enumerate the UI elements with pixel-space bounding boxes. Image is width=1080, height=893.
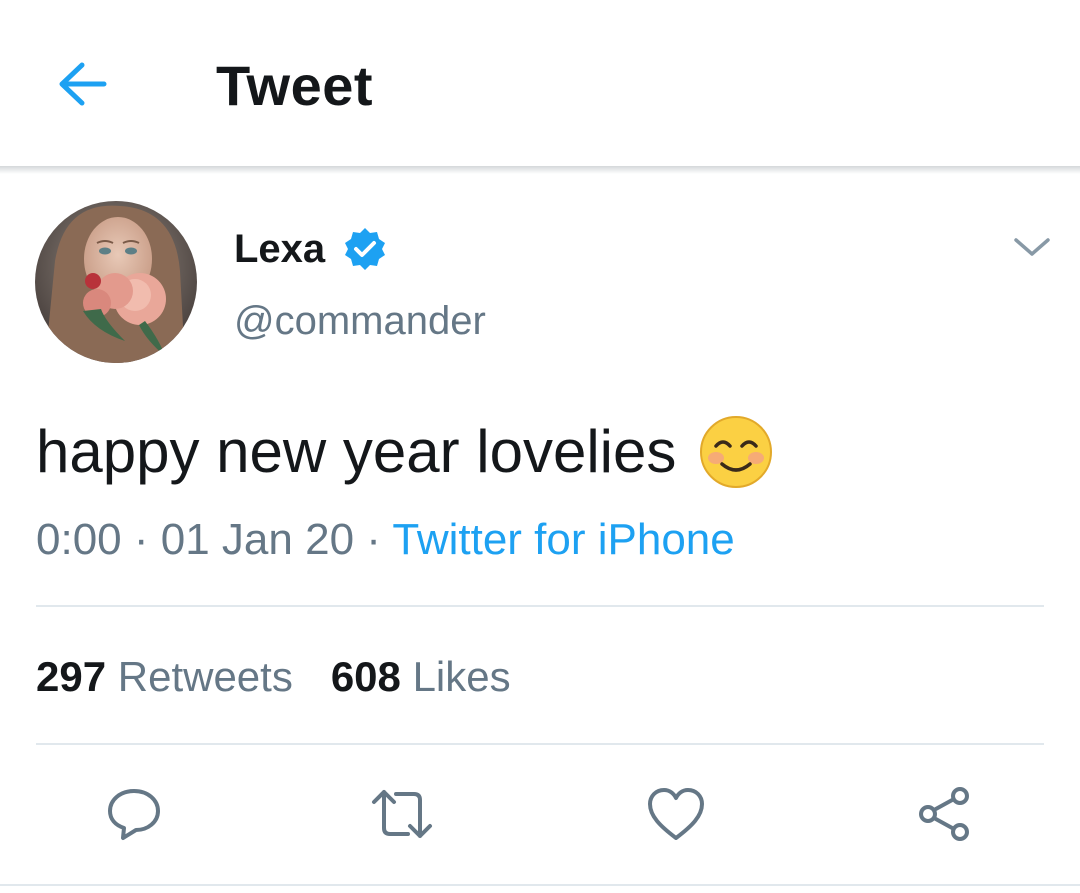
avatar-photo [35,201,197,363]
tweet-date: 01 Jan 20 [160,515,355,564]
tweet-source-link[interactable]: Twitter for iPhone [392,515,734,564]
page-title: Tweet [216,54,374,117]
back-button[interactable] [52,56,112,112]
retweets-stat[interactable]: 297 Retweets [36,653,293,700]
header-divider [0,166,1080,174]
chevron-down-icon[interactable] [1010,232,1054,262]
share-icon [919,787,969,841]
author-handle[interactable]: @commander [234,298,486,344]
likes-stat[interactable]: 608 Likes [331,653,511,700]
likes-count: 608 [330,653,401,700]
engagement-stats: 297 Retweets 608 Likes [36,652,511,702]
tweet-detail-screen: Tweet Lexa @commander happy new year lov… [0,0,1080,893]
retweets-count: 297 [36,653,107,700]
likes-label: Likes [412,653,511,700]
meta-separator: · [366,515,381,564]
arrow-left-icon [59,62,107,106]
tweet-text: happy new year lovelies [36,414,774,490]
tweet-metadata: 0:00 · 01 Jan 20 · Twitter for iPhone [36,514,735,566]
tweet-text-content: happy new year lovelies [36,418,677,485]
retweet-button[interactable] [370,782,434,846]
meta-separator: · [133,515,149,564]
divider [36,605,1044,607]
like-button[interactable] [644,782,708,846]
reply-button[interactable] [102,782,166,846]
avatar[interactable] [35,201,197,363]
share-button[interactable] [912,782,976,846]
divider [0,884,1080,886]
verified-badge-icon [345,228,385,270]
heart-icon [648,788,704,840]
reply-icon [108,789,160,840]
top-bar: Tweet [0,0,1080,168]
tweet-time: 0:00 [36,515,122,564]
divider [36,743,1044,745]
retweet-icon [372,790,432,838]
smiling-face-emoji-icon [700,416,773,488]
author-display-name[interactable]: Lexa [234,226,325,272]
retweets-label: Retweets [117,653,293,700]
